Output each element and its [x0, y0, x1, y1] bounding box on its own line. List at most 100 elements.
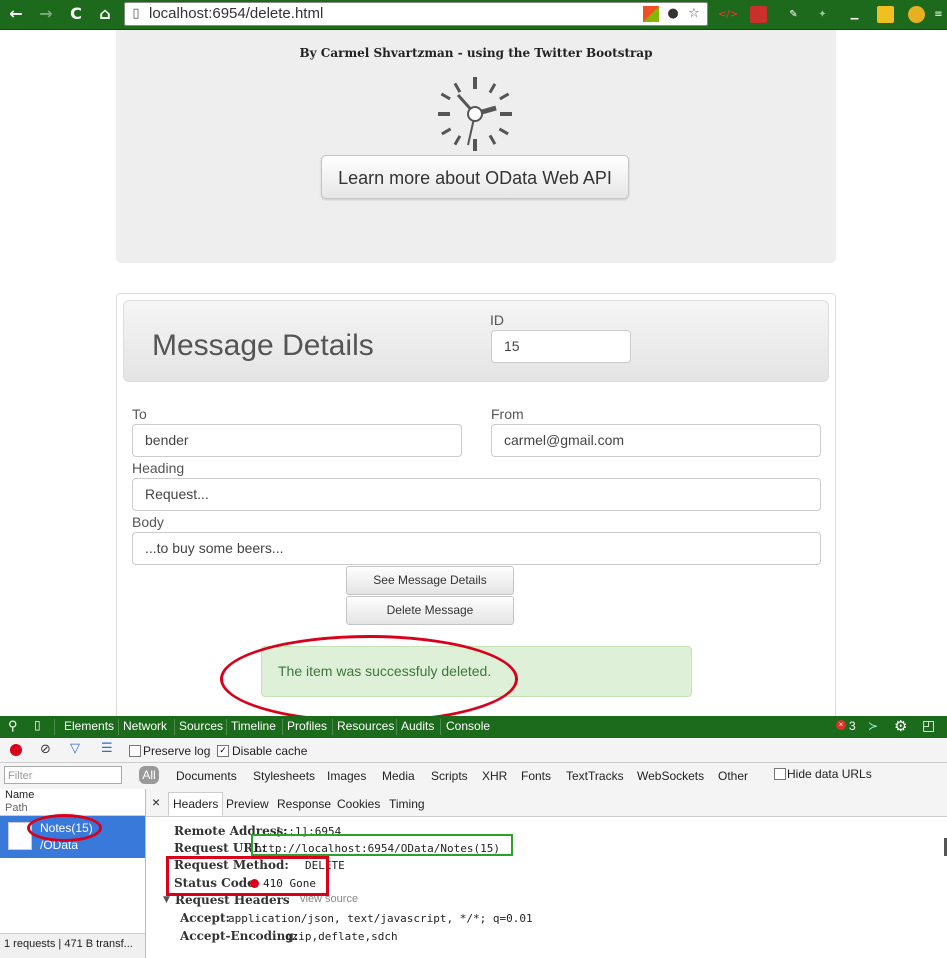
back-arrow-icon[interactable]: ← [6, 4, 26, 24]
to-label: To [132, 406, 147, 422]
tab-audits[interactable]: Audits [401, 719, 434, 733]
tab-timeline[interactable]: Timeline [231, 719, 276, 733]
annotation-ellipse [220, 635, 518, 723]
byline: By Carmel Shvartzman - using the Twitter… [299, 46, 653, 60]
console-drawer-icon[interactable]: ≻ [868, 719, 878, 733]
disable-cache-label: Disable cache [232, 744, 308, 758]
bulb-icon[interactable]: ● [665, 6, 681, 22]
delete-message-button[interactable]: Delete Message [346, 596, 514, 625]
network-toolbar: ⊘ ▽ ☰ Preserve log ✓ Disable cache [0, 738, 947, 763]
tab-profiles[interactable]: Profiles [287, 719, 327, 733]
url-text[interactable]: localhost:6954/delete.html [149, 5, 323, 22]
divider [174, 719, 175, 735]
list-view-icon[interactable]: ☰ [101, 741, 113, 756]
page-title: Message Details [152, 329, 374, 362]
tab-response[interactable]: Response [277, 797, 331, 811]
menu-icon[interactable]: ≡ [930, 6, 947, 23]
annotation-box-green [251, 834, 513, 856]
disclosure-triangle-icon[interactable]: ▼ [163, 895, 170, 905]
tab-cookies[interactable]: Cookies [337, 797, 380, 811]
accept-encoding-key: Accept-Encoding: [180, 929, 299, 943]
tab-timing[interactable]: Timing [389, 797, 425, 811]
filter-fonts[interactable]: Fonts [521, 769, 551, 783]
extension-icon[interactable] [643, 6, 659, 22]
record-icon[interactable] [10, 744, 22, 756]
from-field[interactable]: carmel@gmail.com [491, 424, 821, 457]
tab-console[interactable]: Console [446, 719, 490, 733]
accept-key: Accept: [180, 911, 230, 925]
heading-field[interactable]: Request... [132, 478, 821, 511]
divider [226, 719, 227, 735]
forward-arrow-icon[interactable]: → [36, 4, 56, 24]
clear-icon[interactable]: ⊘ [40, 742, 51, 757]
divider [54, 719, 55, 735]
filter-xhr[interactable]: XHR [482, 769, 507, 783]
tab-resources[interactable]: Resources [337, 719, 394, 733]
disable-cache-checkbox[interactable]: ✓ [217, 745, 229, 757]
dock-icon[interactable]: ◰ [922, 717, 935, 734]
path-column-header[interactable]: Path [5, 802, 28, 814]
book-extension-icon[interactable] [750, 6, 767, 23]
see-message-details-button[interactable]: See Message Details [346, 566, 514, 595]
error-icon: × [836, 720, 846, 730]
filter-icon[interactable]: ▽ [70, 741, 80, 756]
filter-bar: Filter All Documents Stylesheets Images … [0, 763, 947, 790]
filter-documents[interactable]: Documents [176, 769, 237, 783]
learn-more-button[interactable]: Learn more about OData Web API [321, 155, 629, 199]
devtools-tabbar: ⚲ ▯ Elements Network Sources Timeline Pr… [0, 716, 947, 738]
preserve-log-checkbox[interactable] [129, 745, 141, 757]
hide-data-urls-checkbox[interactable] [774, 768, 786, 780]
divider [396, 719, 397, 735]
browser-toolbar: ← → C ⌂ ▯ localhost:6954/delete.html ● ☆… [0, 0, 947, 30]
filter-images[interactable]: Images [327, 769, 366, 783]
tab-network[interactable]: Network [123, 719, 167, 733]
preserve-log-label: Preserve log [143, 744, 211, 758]
filter-all-button[interactable]: All [139, 766, 159, 784]
filter-other[interactable]: Other [718, 769, 748, 783]
heading-label: Heading [132, 460, 185, 476]
ruler-extension-icon[interactable] [877, 6, 894, 23]
close-icon[interactable]: × [152, 794, 160, 810]
reload-icon[interactable]: C [66, 4, 86, 24]
annotation-box-red [166, 856, 329, 896]
tab-preview[interactable]: Preview [226, 797, 269, 811]
device-icon[interactable]: ▯ [34, 718, 41, 732]
error-count[interactable]: 3 [849, 719, 856, 733]
address-bar[interactable]: ▯ localhost:6954/delete.html ● ☆ [124, 2, 708, 26]
bookmark-star-icon[interactable]: ☆ [686, 6, 702, 22]
code-extension-icon[interactable]: </> [718, 6, 738, 23]
divider [440, 719, 441, 735]
from-label: From [491, 406, 524, 422]
divider [332, 719, 333, 735]
name-column-header[interactable]: Name [5, 789, 34, 801]
filter-media[interactable]: Media [382, 769, 415, 783]
clock-icon [438, 77, 512, 151]
body-label: Body [132, 514, 164, 530]
tab-sources[interactable]: Sources [179, 719, 223, 733]
home-icon[interactable]: ⌂ [95, 4, 115, 24]
download-extension-icon[interactable]: ▁ [846, 6, 863, 23]
filter-stylesheets[interactable]: Stylesheets [253, 769, 315, 783]
to-field[interactable]: bender [132, 424, 462, 457]
color-extension-icon[interactable] [908, 6, 925, 23]
filter-input[interactable]: Filter [4, 766, 122, 784]
tab-elements[interactable]: Elements [64, 719, 114, 733]
request-list-header: Name Path [0, 789, 145, 816]
hero-panel: By Carmel Shvartzman - using the Twitter… [116, 30, 836, 263]
body-field[interactable]: ...to buy some beers... [132, 532, 821, 565]
pen-extension-icon[interactable]: ✎ [785, 6, 802, 23]
card-header: Message Details [123, 300, 829, 382]
id-label: ID [490, 312, 504, 328]
status-footer: 1 requests | 471 B transf... [0, 933, 145, 958]
filter-texttracks[interactable]: TextTracks [566, 769, 624, 783]
accept-value: application/json, text/javascript, */*; … [228, 912, 533, 925]
hide-data-urls-label: Hide data URLs [787, 767, 872, 781]
filter-scripts[interactable]: Scripts [431, 769, 468, 783]
gear-icon[interactable]: ⚙ [894, 717, 907, 735]
divider [282, 719, 283, 735]
tab-headers[interactable]: Headers [168, 792, 224, 816]
id-field[interactable]: 15 [491, 330, 631, 363]
filter-websockets[interactable]: WebSockets [637, 769, 704, 783]
search-icon[interactable]: ⚲ [8, 718, 18, 734]
puzzle-extension-icon[interactable]: ✦ [814, 6, 831, 23]
